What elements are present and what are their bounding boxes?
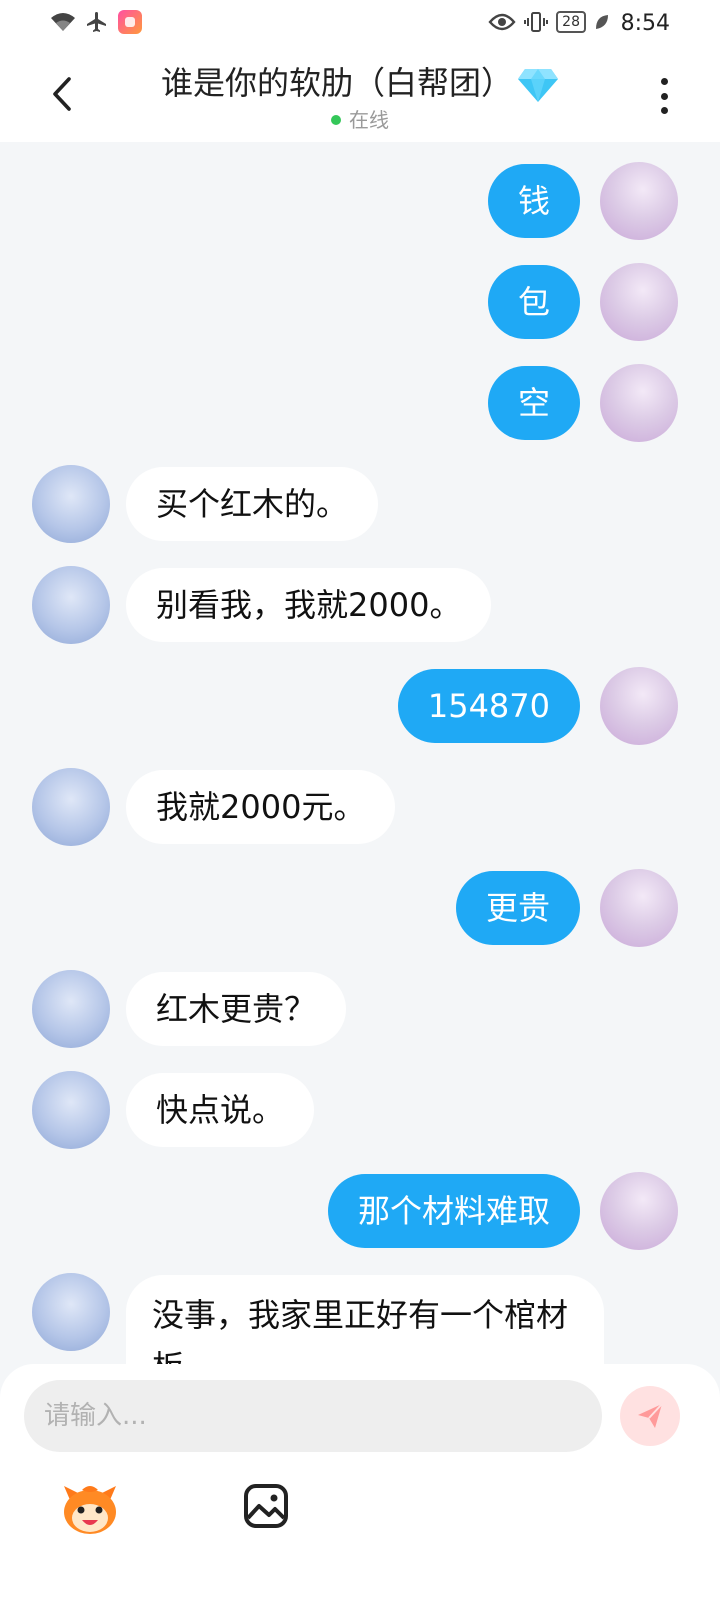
message-bot: 买个红木的。	[0, 465, 720, 549]
message-bubble[interactable]: 快点说。	[126, 1073, 315, 1147]
bot-avatar[interactable]	[32, 768, 110, 846]
message-bot: 别看我，我就2000。	[0, 566, 720, 650]
message-user: 空	[0, 364, 720, 448]
user-avatar[interactable]	[600, 263, 678, 341]
bot-avatar[interactable]	[32, 465, 110, 543]
bot-avatar[interactable]	[32, 566, 110, 644]
message-bubble[interactable]: 空	[487, 366, 580, 440]
more-dot-icon	[660, 78, 668, 85]
image-icon	[244, 1484, 288, 1528]
message-bot: 红木更贵？	[0, 970, 720, 1054]
airplane-icon	[87, 12, 106, 32]
diamond-icon	[518, 69, 558, 102]
image-button[interactable]	[242, 1482, 290, 1530]
emoji-button[interactable]	[60, 1482, 120, 1538]
message-bubble[interactable]: 红木更贵？	[126, 972, 347, 1046]
chat-header: 谁是你的软肋（白帮团） 在线	[0, 48, 720, 142]
more-dot-icon	[660, 107, 668, 114]
user-avatar[interactable]	[600, 162, 678, 240]
online-status: 在线	[0, 104, 720, 133]
message-bubble[interactable]: 包	[487, 265, 580, 339]
message-user: 包	[0, 263, 720, 347]
eye-icon	[488, 13, 516, 31]
message-bot: 我就2000元。	[0, 768, 720, 852]
mascot-emoji-icon	[64, 1486, 116, 1534]
user-avatar[interactable]	[600, 1172, 678, 1250]
user-avatar[interactable]	[600, 667, 678, 745]
message-input[interactable]	[24, 1380, 602, 1452]
user-avatar[interactable]	[600, 869, 678, 947]
message-bubble[interactable]: 钱	[487, 164, 580, 238]
send-icon	[638, 1403, 663, 1428]
status-left-icons	[50, 10, 142, 34]
bot-avatar[interactable]	[32, 970, 110, 1048]
chat-messages[interactable]: 钱 包 空 买个红木的。 别看我，我就2000。 154870 我就2000元。…	[0, 142, 720, 1364]
message-bubble[interactable]: 别看我，我就2000。	[126, 568, 492, 642]
message-bubble[interactable]: 154870	[397, 669, 580, 743]
send-button[interactable]	[620, 1386, 680, 1446]
bot-avatar[interactable]	[32, 1071, 110, 1149]
status-bar: 28 8:54	[0, 0, 720, 48]
app-icon	[118, 10, 142, 34]
message-bot: 快点说。	[0, 1071, 720, 1155]
message-bubble[interactable]: 没事，我家里正好有一个棺材板。	[126, 1275, 604, 1364]
online-status-text: 在线	[349, 108, 389, 132]
bot-avatar[interactable]	[32, 1273, 110, 1351]
status-time: 8:54	[620, 11, 670, 36]
vibrate-icon	[524, 12, 549, 32]
message-bubble[interactable]: 更贵	[455, 871, 580, 945]
message-user: 154870	[0, 667, 720, 751]
more-dot-icon	[660, 92, 668, 100]
message-user: 钱	[0, 162, 720, 246]
battery-icon: 28	[556, 11, 586, 33]
user-avatar[interactable]	[600, 364, 678, 442]
message-bubble[interactable]: 买个红木的。	[126, 467, 379, 541]
chat-title: 谁是你的软肋（白帮团）	[0, 58, 720, 104]
online-indicator	[331, 114, 341, 125]
message-bubble[interactable]: 那个材料难取	[327, 1174, 580, 1248]
leaf-icon	[596, 15, 608, 29]
message-bot: 没事，我家里正好有一个棺材板。	[0, 1273, 720, 1364]
message-user: 那个材料难取	[0, 1172, 720, 1256]
wifi-icon	[51, 13, 75, 31]
input-panel	[0, 1364, 720, 1600]
chat-title-text: 谁是你的软肋（白帮团）	[160, 64, 513, 102]
status-right-icons: 28	[488, 10, 610, 34]
more-options-button[interactable]	[652, 74, 676, 118]
message-user: 更贵	[0, 869, 720, 953]
message-bubble[interactable]: 我就2000元。	[126, 770, 396, 844]
